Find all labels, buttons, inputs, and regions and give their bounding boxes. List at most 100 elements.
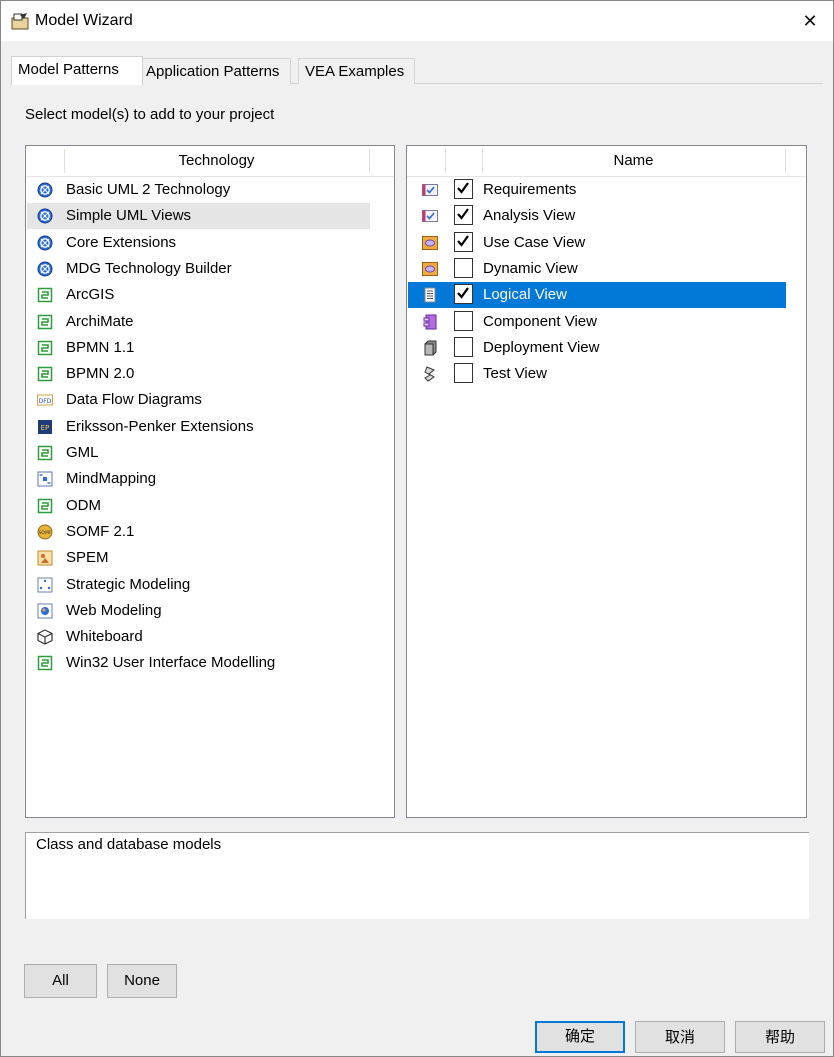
technology-item[interactable]: Web Modeling bbox=[27, 598, 370, 624]
logical-icon bbox=[424, 287, 436, 303]
model-item[interactable]: Component View bbox=[408, 309, 786, 335]
technology-item[interactable]: ODM bbox=[27, 493, 370, 519]
model-item-label: Requirements bbox=[483, 181, 577, 198]
technology-item[interactable]: BPMN 1.1 bbox=[27, 335, 370, 361]
dfd-icon: DFD bbox=[37, 394, 53, 406]
window-title: Model Wizard bbox=[35, 12, 133, 29]
technology-item-label: Simple UML Views bbox=[66, 207, 192, 225]
somf-icon: SOMF bbox=[37, 524, 53, 540]
technology-item-label: GML bbox=[66, 444, 99, 461]
technology-item[interactable]: ArcGIS bbox=[27, 282, 370, 308]
technology-item[interactable]: MindMapping bbox=[27, 466, 370, 492]
technology-column-header[interactable]: Technology bbox=[64, 146, 369, 176]
technology-item[interactable]: Strategic Modeling bbox=[27, 572, 370, 598]
model-item-label: Deployment View bbox=[483, 338, 600, 356]
technology-item[interactable]: EP Eriksson-Penker Extensions bbox=[27, 414, 370, 440]
ep-icon: EP bbox=[38, 419, 52, 434]
model-item-checkbox[interactable] bbox=[454, 284, 473, 305]
svg-text:SOMF: SOMF bbox=[39, 530, 52, 536]
usecase-icon bbox=[422, 235, 438, 250]
model-item[interactable]: Requirements bbox=[408, 177, 786, 203]
technology-item[interactable]: Whiteboard bbox=[27, 624, 370, 650]
test-icon bbox=[424, 366, 435, 382]
model-item-label: Component View bbox=[483, 312, 597, 330]
model-item-label: Dynamic View bbox=[483, 259, 578, 277]
cancel-button[interactable]: 取消 bbox=[635, 1021, 725, 1053]
checkmark-icon bbox=[457, 208, 469, 221]
technology-item[interactable]: Basic UML 2 Technology bbox=[27, 177, 370, 203]
technology-item-label: ArchiMate bbox=[66, 312, 134, 330]
column-separator bbox=[785, 149, 786, 173]
model-item-label: Analysis View bbox=[483, 207, 576, 225]
technology-item[interactable]: SOMF SOMF 2.1 bbox=[27, 519, 370, 545]
close-button[interactable]: ✕ bbox=[787, 1, 833, 41]
technology-item[interactable]: MDG Technology Builder bbox=[27, 256, 370, 282]
technology-item-label: ArcGIS bbox=[66, 286, 115, 304]
tab-model-patterns[interactable]: Model Patterns bbox=[11, 56, 143, 85]
ok-button[interactable]: 确定 bbox=[535, 1021, 625, 1053]
model-item-checkbox[interactable] bbox=[454, 257, 473, 278]
model-item-checkbox[interactable] bbox=[454, 363, 473, 384]
deployment-icon bbox=[424, 340, 437, 356]
model-item[interactable]: Analysis View bbox=[408, 203, 786, 229]
mindmap-icon bbox=[37, 471, 53, 487]
model-item[interactable]: Dynamic View bbox=[408, 256, 786, 282]
uml-icon bbox=[37, 182, 53, 198]
name-column-header[interactable]: Name bbox=[482, 146, 785, 176]
mdg-icon bbox=[37, 498, 53, 513]
model-item-label: Test View bbox=[483, 365, 547, 383]
title-bar: Model Wizard ✕ bbox=[1, 1, 833, 41]
svg-text:DFD: DFD bbox=[39, 398, 52, 405]
help-button[interactable]: 帮助 bbox=[735, 1021, 825, 1053]
checkmark-icon bbox=[457, 182, 469, 194]
technology-item-label: Core Extensions bbox=[66, 233, 177, 251]
technology-item[interactable]: DFD Data Flow Diagrams bbox=[27, 387, 370, 413]
uml-icon bbox=[37, 208, 53, 224]
component-icon bbox=[423, 314, 437, 329]
model-item-checkbox[interactable] bbox=[454, 179, 473, 199]
model-item-checkbox[interactable] bbox=[454, 310, 473, 331]
technology-item-label: Whiteboard bbox=[66, 628, 143, 646]
technology-list-header: Technology bbox=[26, 146, 394, 177]
model-item[interactable]: Use Case View bbox=[408, 230, 786, 256]
model-wizard-window: Model Wizard ✕ Model Patterns Applicatio… bbox=[0, 0, 834, 1057]
technology-item[interactable]: SPEM bbox=[27, 545, 370, 571]
mdg-icon bbox=[37, 287, 53, 303]
mdg-icon bbox=[37, 656, 53, 671]
mdg-icon bbox=[37, 445, 53, 461]
technology-item[interactable]: ArchiMate bbox=[27, 309, 370, 335]
description-text: Class and database models bbox=[36, 836, 222, 853]
select-none-button[interactable]: None bbox=[107, 964, 177, 998]
mdg-icon bbox=[37, 314, 53, 329]
column-separator bbox=[369, 149, 370, 173]
technology-item-label: ODM bbox=[66, 496, 101, 514]
mdg-icon bbox=[37, 340, 53, 356]
model-item[interactable]: Deployment View bbox=[408, 335, 786, 361]
checkmark-icon bbox=[457, 234, 469, 247]
model-item-checkbox[interactable] bbox=[454, 336, 473, 357]
app-icon bbox=[11, 13, 29, 30]
requirements-icon bbox=[422, 210, 438, 223]
technology-item-label: Strategic Modeling bbox=[66, 575, 191, 593]
technology-item[interactable]: GML bbox=[27, 440, 370, 466]
technology-item-label: SPEM bbox=[66, 549, 109, 567]
model-item-checkbox[interactable] bbox=[454, 231, 473, 252]
technology-item[interactable]: BPMN 2.0 bbox=[27, 361, 370, 387]
tab-vea-examples[interactable]: VEA Examples bbox=[298, 58, 415, 84]
select-all-button[interactable]: All bbox=[24, 964, 97, 998]
model-item[interactable]: Logical View bbox=[408, 282, 786, 309]
tab-application-patterns[interactable]: Application Patterns bbox=[139, 58, 291, 84]
model-item-label: Use Case View bbox=[483, 233, 586, 251]
model-item[interactable]: Test View bbox=[408, 361, 786, 387]
technology-item[interactable]: Core Extensions bbox=[27, 230, 370, 256]
technology-item[interactable]: Simple UML Views bbox=[27, 203, 370, 230]
column-separator bbox=[445, 149, 446, 173]
technology-item-label: Web Modeling bbox=[66, 601, 162, 619]
technology-item-label: SOMF 2.1 bbox=[66, 522, 135, 540]
model-item-checkbox[interactable] bbox=[454, 205, 473, 226]
model-name-list[interactable]: Name Requirements Analysis View Use Case V… bbox=[406, 145, 807, 818]
instruction-text: Select model(s) to add to your project bbox=[25, 106, 275, 123]
technology-item[interactable]: Win32 User Interface Modelling bbox=[27, 650, 370, 676]
technology-item-label: Win32 User Interface Modelling bbox=[66, 654, 276, 672]
technology-list[interactable]: Technology Basic UML 2 Technology Simple … bbox=[25, 145, 395, 818]
